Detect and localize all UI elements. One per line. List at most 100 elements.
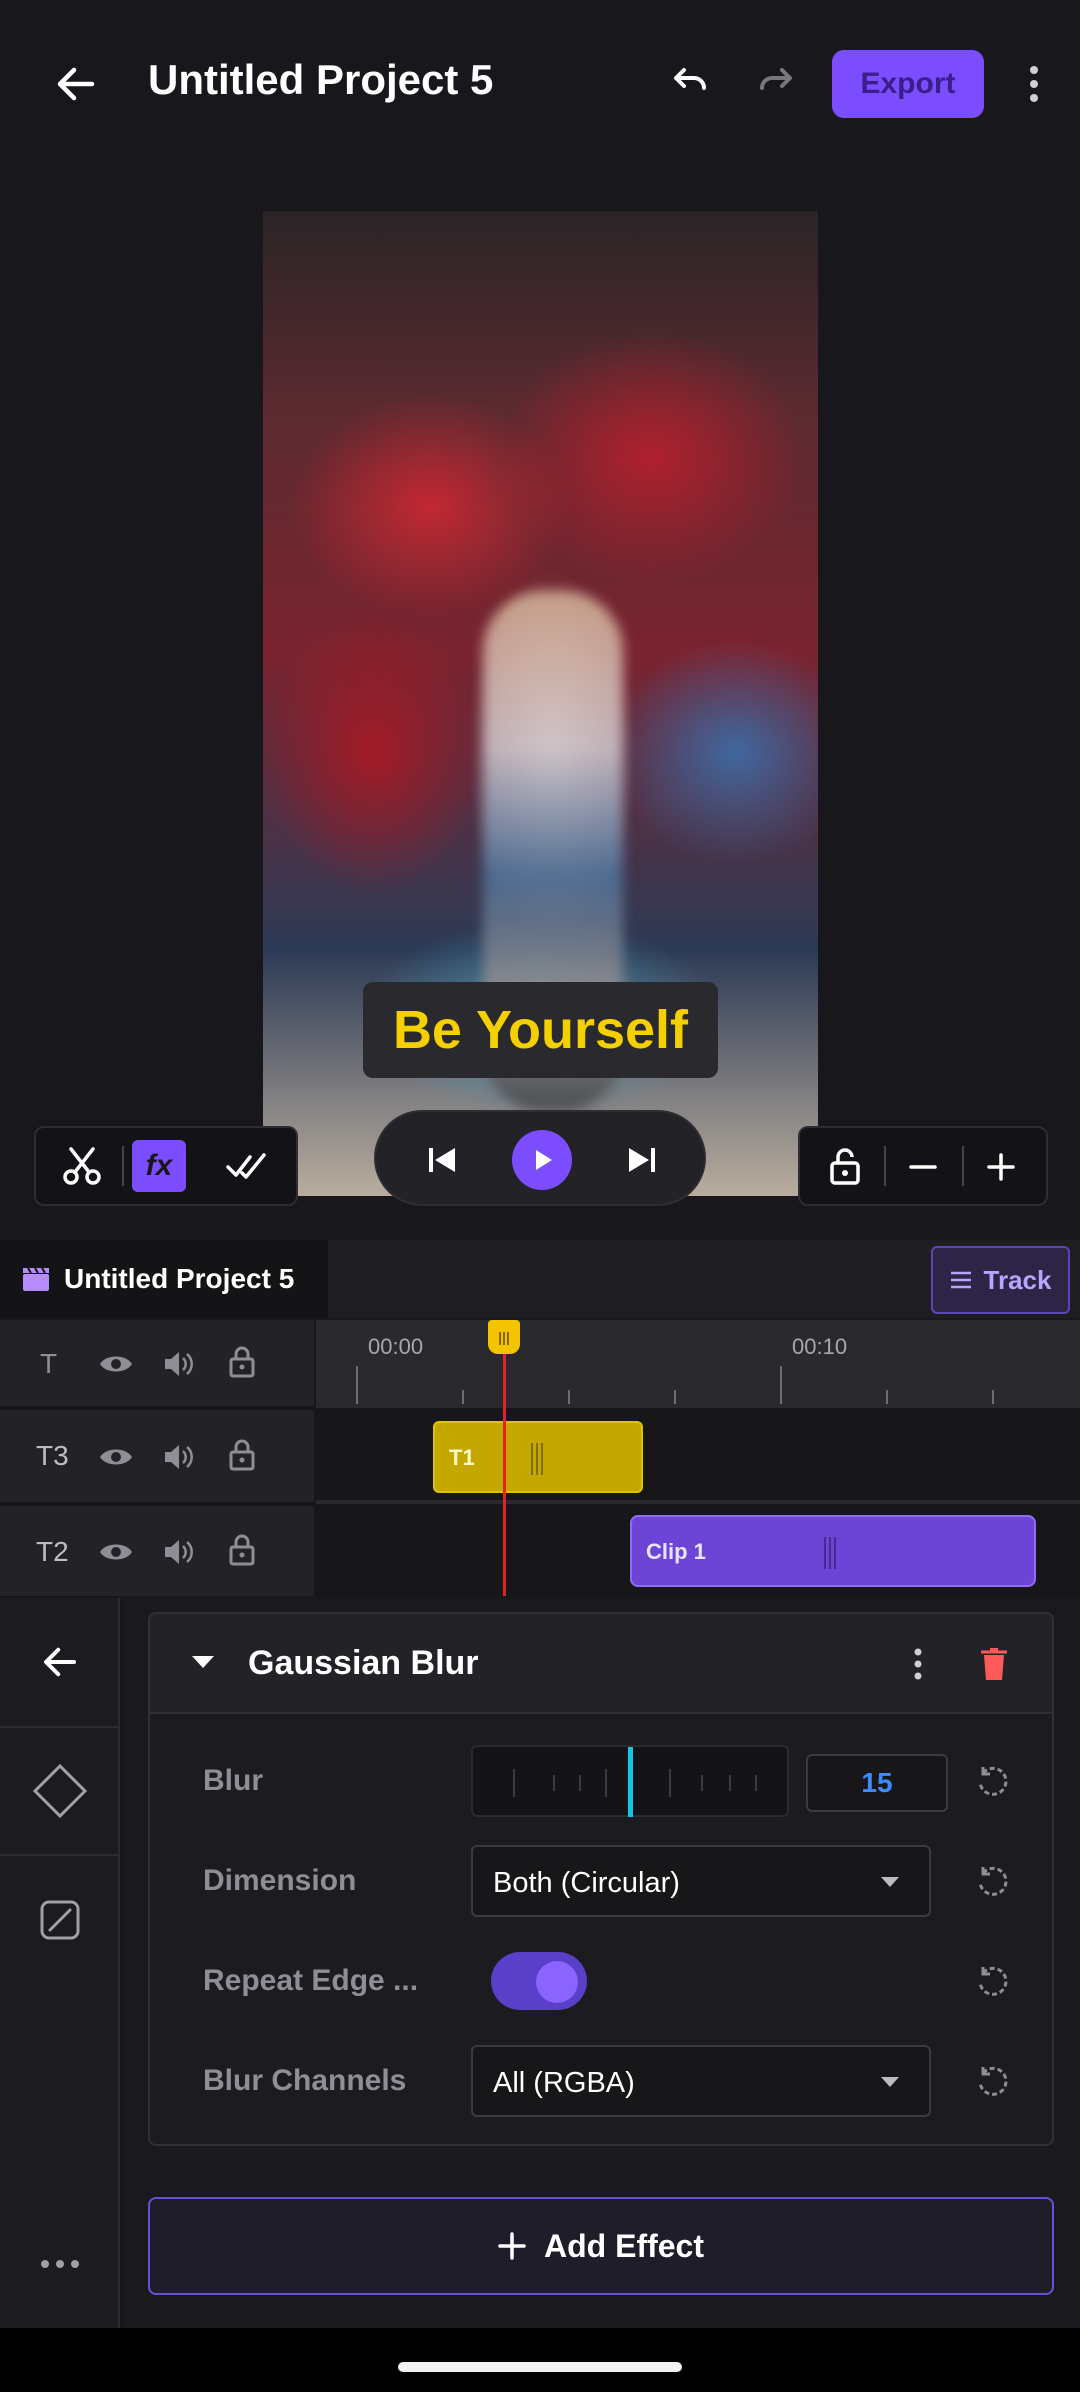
lock-toggle[interactable] <box>222 1435 262 1475</box>
project-tab[interactable]: Untitled Project 5 <box>0 1240 328 1318</box>
visibility-toggle[interactable] <box>96 1532 136 1572</box>
skip-forward-button[interactable] <box>618 1136 666 1184</box>
minor-tick <box>992 1390 994 1404</box>
delete-effect-button[interactable] <box>974 1642 1014 1686</box>
fx-button[interactable]: fx <box>132 1140 186 1192</box>
arrow-left-icon <box>57 67 95 101</box>
edit-tools: fx <box>34 1126 298 1206</box>
skip-start-icon <box>429 1148 455 1172</box>
menu-lines-icon <box>950 1271 971 1289</box>
blur-channels-label: Blur Channels <box>203 2064 407 2097</box>
play-icon <box>536 1150 552 1170</box>
play-button[interactable] <box>512 1130 572 1190</box>
track-lane-t3[interactable] <box>316 1410 1080 1504</box>
major-tick <box>356 1366 358 1404</box>
audio-toggle[interactable] <box>158 1532 198 1572</box>
trash-icon <box>981 1648 1007 1680</box>
blur-slider[interactable] <box>471 1745 789 1817</box>
zoom-out-button[interactable] <box>898 1142 948 1192</box>
diamond-icon <box>32 1763 88 1819</box>
redo-button[interactable] <box>742 50 810 118</box>
lock-button[interactable] <box>820 1142 870 1192</box>
undo-button[interactable] <box>656 50 724 118</box>
playhead-handle[interactable]: ||| <box>488 1320 520 1354</box>
video-clip[interactable]: Clip 1 <box>630 1515 1036 1587</box>
repeat-edge-label: Repeat Edge ... <box>203 1964 419 1997</box>
add-effect-button[interactable]: Add Effect <box>148 2197 1054 2295</box>
volume-icon <box>165 1352 193 1376</box>
reset-blur-channels-button[interactable] <box>970 2060 1014 2104</box>
more-vertical-icon <box>1030 66 1038 102</box>
minus-icon <box>909 1165 937 1169</box>
audio-toggle[interactable] <box>158 1344 198 1384</box>
zoom-in-button[interactable] <box>976 1142 1026 1192</box>
effect-name: Gaussian Blur <box>248 1644 479 1682</box>
skip-back-button[interactable] <box>418 1136 466 1184</box>
clapperboard-icon <box>23 1267 49 1291</box>
back-button[interactable] <box>40 48 112 120</box>
plus-icon <box>987 1153 1015 1181</box>
cut-button[interactable] <box>56 1140 108 1192</box>
track-header-row: T <box>0 1320 314 1408</box>
minor-tick <box>886 1390 888 1404</box>
text-clip[interactable]: T1 <box>433 1421 643 1493</box>
visibility-toggle[interactable] <box>96 1437 136 1477</box>
blur-value-input[interactable]: 15 <box>806 1754 948 1812</box>
dimension-dropdown[interactable]: Both (Circular) <box>471 1845 931 1917</box>
dimension-value: Both (Circular) <box>493 1867 680 1899</box>
mask-button[interactable] <box>0 1856 120 1984</box>
volume-icon <box>165 1445 193 1469</box>
arrow-left-icon <box>44 1647 76 1677</box>
redo-icon <box>760 68 792 90</box>
audio-toggle[interactable] <box>158 1437 198 1477</box>
track-row-t3: T3 <box>0 1410 314 1504</box>
plus-icon <box>498 2232 526 2260</box>
reset-repeat-edge-button[interactable] <box>970 1960 1014 2004</box>
zoom-tools <box>798 1126 1048 1206</box>
track-label: T3 <box>36 1440 69 1471</box>
effect-menu-button[interactable] <box>906 1644 930 1684</box>
dimension-label: Dimension <box>203 1864 357 1897</box>
collapse-caret-icon[interactable] <box>192 1656 214 1668</box>
minor-tick <box>568 1390 570 1404</box>
reset-icon <box>978 2066 1008 2096</box>
dropdown-caret-icon <box>881 2077 899 2087</box>
dropdown-caret-icon <box>881 1877 899 1887</box>
minor-tick <box>674 1390 676 1404</box>
track-type-label: T <box>40 1348 58 1379</box>
reset-blur-button[interactable] <box>970 1760 1014 1804</box>
double-check-icon <box>226 1153 266 1179</box>
more-tools-button[interactable] <box>0 2200 120 2328</box>
slider-indicator[interactable] <box>628 1747 633 1817</box>
reset-dimension-button[interactable] <box>970 1860 1014 1904</box>
track-button[interactable]: Track <box>931 1246 1070 1314</box>
lock-icon <box>830 1148 860 1185</box>
skip-end-icon <box>629 1148 655 1172</box>
undo-icon <box>674 68 706 90</box>
keyframe-button[interactable] <box>0 1728 120 1856</box>
minor-tick <box>462 1390 464 1404</box>
export-button[interactable]: Export <box>832 50 984 118</box>
more-vertical-icon <box>914 1648 922 1680</box>
lock-toggle[interactable] <box>222 1342 262 1382</box>
home-indicator[interactable] <box>398 2362 682 2372</box>
blur-channels-value: All (RGBA) <box>493 2067 635 2099</box>
clip-label: Clip 1 <box>646 1539 706 1564</box>
more-horizontal-icon <box>41 2260 79 2268</box>
blur-channels-dropdown[interactable]: All (RGBA) <box>471 2045 931 2117</box>
timeline-ruler[interactable]: 00:00 00:10 <box>316 1320 1080 1408</box>
caption-overlay[interactable]: Be Yourself <box>363 982 718 1078</box>
major-tick <box>780 1366 782 1404</box>
visibility-toggle[interactable] <box>96 1344 136 1384</box>
lock-toggle[interactable] <box>222 1530 262 1570</box>
panel-back-button[interactable] <box>0 1598 120 1728</box>
clip-grip-handle[interactable] <box>824 1537 838 1569</box>
toggle-knob <box>536 1961 578 2003</box>
lock-icon <box>229 1534 255 1566</box>
more-options-button[interactable] <box>1010 50 1058 118</box>
clip-grip-handle[interactable] <box>531 1443 545 1475</box>
approve-button[interactable] <box>220 1140 276 1192</box>
playback-controls <box>374 1110 706 1206</box>
system-nav-bar <box>0 2328 1080 2392</box>
slash-square-icon <box>40 1900 80 1940</box>
